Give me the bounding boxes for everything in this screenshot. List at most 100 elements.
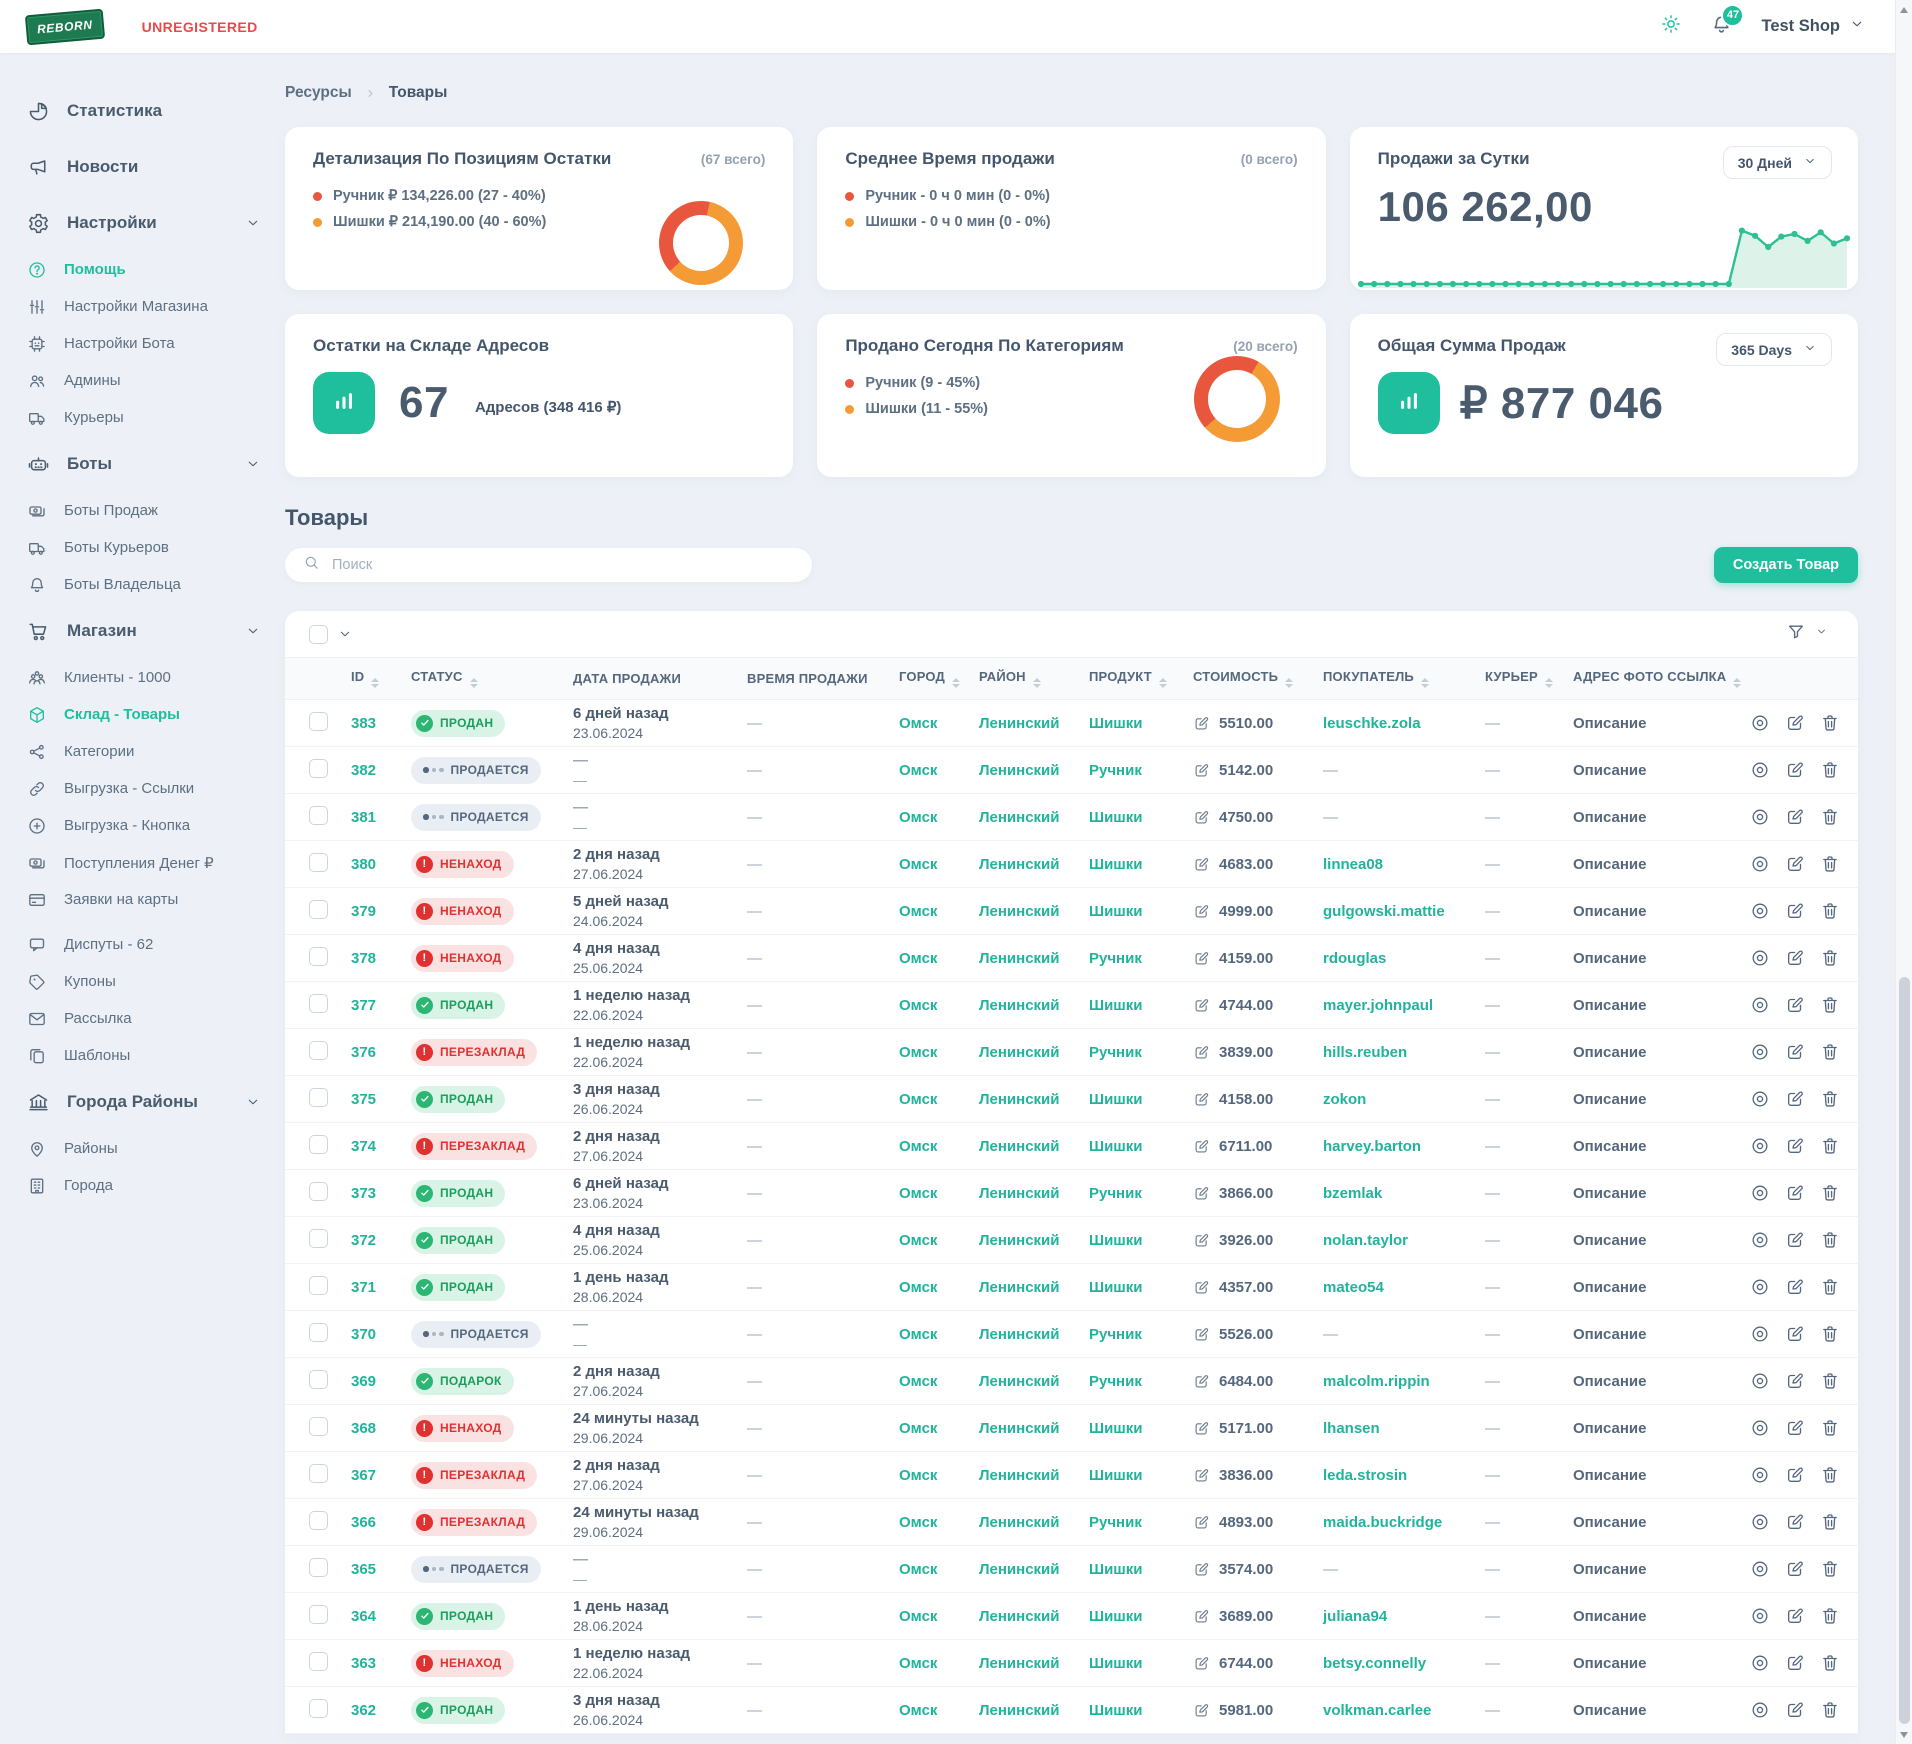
product-id-link[interactable]: 379	[351, 903, 376, 920]
buyer-link[interactable]: harvey.barton	[1323, 1138, 1421, 1155]
product-id-link[interactable]: 382	[351, 762, 376, 779]
city-link[interactable]: Омск	[899, 762, 937, 779]
product-id-link[interactable]: 364	[351, 1608, 376, 1625]
product-id-link[interactable]: 370	[351, 1326, 376, 1343]
edit-button[interactable]	[1785, 1230, 1805, 1250]
city-link[interactable]: Омск	[899, 1561, 937, 1578]
row-checkbox[interactable]	[309, 1510, 328, 1530]
view-button[interactable]	[1750, 1042, 1770, 1062]
edit-button[interactable]	[1785, 807, 1805, 827]
district-link[interactable]: Ленинский	[979, 1044, 1060, 1061]
address-description-link[interactable]: Описание	[1573, 1655, 1646, 1672]
buyer-link[interactable]: gulgowski.mattie	[1323, 903, 1445, 920]
city-link[interactable]: Омск	[899, 997, 937, 1014]
edit-button[interactable]	[1785, 1324, 1805, 1344]
district-link[interactable]: Ленинский	[979, 1232, 1060, 1249]
address-description-link[interactable]: Описание	[1573, 856, 1646, 873]
sidebar-item-couriers[interactable]: Курьеры	[0, 399, 283, 436]
view-button[interactable]	[1750, 1418, 1770, 1438]
select-all-checkbox[interactable]	[309, 624, 328, 644]
edit-price-icon[interactable]	[1193, 1420, 1210, 1437]
period-select[interactable]: 365 Days	[1716, 333, 1832, 366]
sidebar-item-courier-bots[interactable]: Боты Курьеров	[0, 529, 283, 566]
district-link[interactable]: Ленинский	[979, 950, 1060, 967]
row-checkbox[interactable]	[309, 852, 328, 872]
view-button[interactable]	[1750, 1230, 1770, 1250]
delete-button[interactable]	[1820, 807, 1840, 827]
city-link[interactable]: Омск	[899, 1326, 937, 1343]
edit-price-icon[interactable]	[1193, 1655, 1210, 1672]
sort-icon[interactable]	[952, 677, 961, 689]
address-description-link[interactable]: Описание	[1573, 1138, 1646, 1155]
product-id-link[interactable]: 374	[351, 1138, 376, 1155]
view-button[interactable]	[1750, 1277, 1770, 1297]
sidebar-item-statistics[interactable]: Статистика	[0, 83, 283, 139]
sidebar-item-newsletter[interactable]: Рассылка	[0, 1000, 283, 1037]
product-id-link[interactable]: 373	[351, 1185, 376, 1202]
buyer-link[interactable]: mateo54	[1323, 1279, 1384, 1296]
column-header[interactable]: КУРЬЕР	[1477, 657, 1565, 700]
sidebar-item-money-income[interactable]: Поступления Денег ₽	[0, 844, 283, 881]
buyer-link[interactable]: leda.strosin	[1323, 1467, 1407, 1484]
sort-icon[interactable]	[1420, 677, 1429, 689]
city-link[interactable]: Омск	[899, 1420, 937, 1437]
sidebar-item-settings[interactable]: Настройки	[0, 195, 283, 251]
sort-icon[interactable]	[1285, 677, 1294, 689]
delete-button[interactable]	[1820, 1183, 1840, 1203]
product-link[interactable]: Ручник	[1089, 1185, 1142, 1202]
edit-button[interactable]	[1785, 1418, 1805, 1438]
sidebar-item-templates[interactable]: Шаблоны	[0, 1037, 283, 1074]
delete-button[interactable]	[1820, 854, 1840, 874]
row-checkbox[interactable]	[309, 1369, 328, 1389]
district-link[interactable]: Ленинский	[979, 997, 1060, 1014]
city-link[interactable]: Омск	[899, 809, 937, 826]
sidebar-item-clients[interactable]: Клиенты - 1000	[0, 659, 283, 696]
sidebar-item-shop[interactable]: Магазин	[0, 603, 283, 659]
view-button[interactable]	[1750, 901, 1770, 921]
view-button[interactable]	[1750, 1136, 1770, 1156]
product-id-link[interactable]: 368	[351, 1420, 376, 1437]
row-checkbox[interactable]	[309, 1040, 328, 1060]
district-link[interactable]: Ленинский	[979, 1326, 1060, 1343]
view-button[interactable]	[1750, 1371, 1770, 1391]
edit-button[interactable]	[1785, 1371, 1805, 1391]
edit-button[interactable]	[1785, 1136, 1805, 1156]
buyer-link[interactable]: volkman.carlee	[1323, 1702, 1431, 1719]
edit-button[interactable]	[1785, 1559, 1805, 1579]
column-header[interactable]: ПРОДУКТ	[1081, 657, 1185, 700]
view-button[interactable]	[1750, 760, 1770, 780]
sidebar-item-owner-bots[interactable]: Боты Владельца	[0, 566, 283, 603]
address-description-link[interactable]: Описание	[1573, 997, 1646, 1014]
product-link[interactable]: Шишки	[1089, 1232, 1143, 1249]
row-checkbox[interactable]	[309, 1228, 328, 1248]
product-id-link[interactable]: 372	[351, 1232, 376, 1249]
delete-button[interactable]	[1820, 713, 1840, 733]
delete-button[interactable]	[1820, 1418, 1840, 1438]
city-link[interactable]: Омск	[899, 903, 937, 920]
product-link[interactable]: Шишки	[1089, 715, 1143, 732]
product-id-link[interactable]: 383	[351, 715, 376, 732]
edit-button[interactable]	[1785, 713, 1805, 733]
filter-button[interactable]	[1786, 622, 1828, 647]
product-id-link[interactable]: 375	[351, 1091, 376, 1108]
row-checkbox[interactable]	[309, 1557, 328, 1577]
sidebar-item-cities[interactable]: Города	[0, 1167, 283, 1204]
product-link[interactable]: Шишки	[1089, 1467, 1143, 1484]
address-description-link[interactable]: Описание	[1573, 1044, 1646, 1061]
product-link[interactable]: Шишки	[1089, 809, 1143, 826]
address-description-link[interactable]: Описание	[1573, 715, 1646, 732]
view-button[interactable]	[1750, 1700, 1770, 1720]
edit-button[interactable]	[1785, 1042, 1805, 1062]
product-link[interactable]: Шишки	[1089, 1702, 1143, 1719]
delete-button[interactable]	[1820, 1371, 1840, 1391]
view-button[interactable]	[1750, 1465, 1770, 1485]
product-link[interactable]: Ручник	[1089, 1514, 1142, 1531]
district-link[interactable]: Ленинский	[979, 1420, 1060, 1437]
view-button[interactable]	[1750, 1559, 1770, 1579]
city-link[interactable]: Омск	[899, 1373, 937, 1390]
edit-button[interactable]	[1785, 901, 1805, 921]
sidebar-item-sales-bots[interactable]: Боты Продаж	[0, 492, 283, 529]
buyer-link[interactable]: nolan.taylor	[1323, 1232, 1408, 1249]
district-link[interactable]: Ленинский	[979, 856, 1060, 873]
delete-button[interactable]	[1820, 1136, 1840, 1156]
